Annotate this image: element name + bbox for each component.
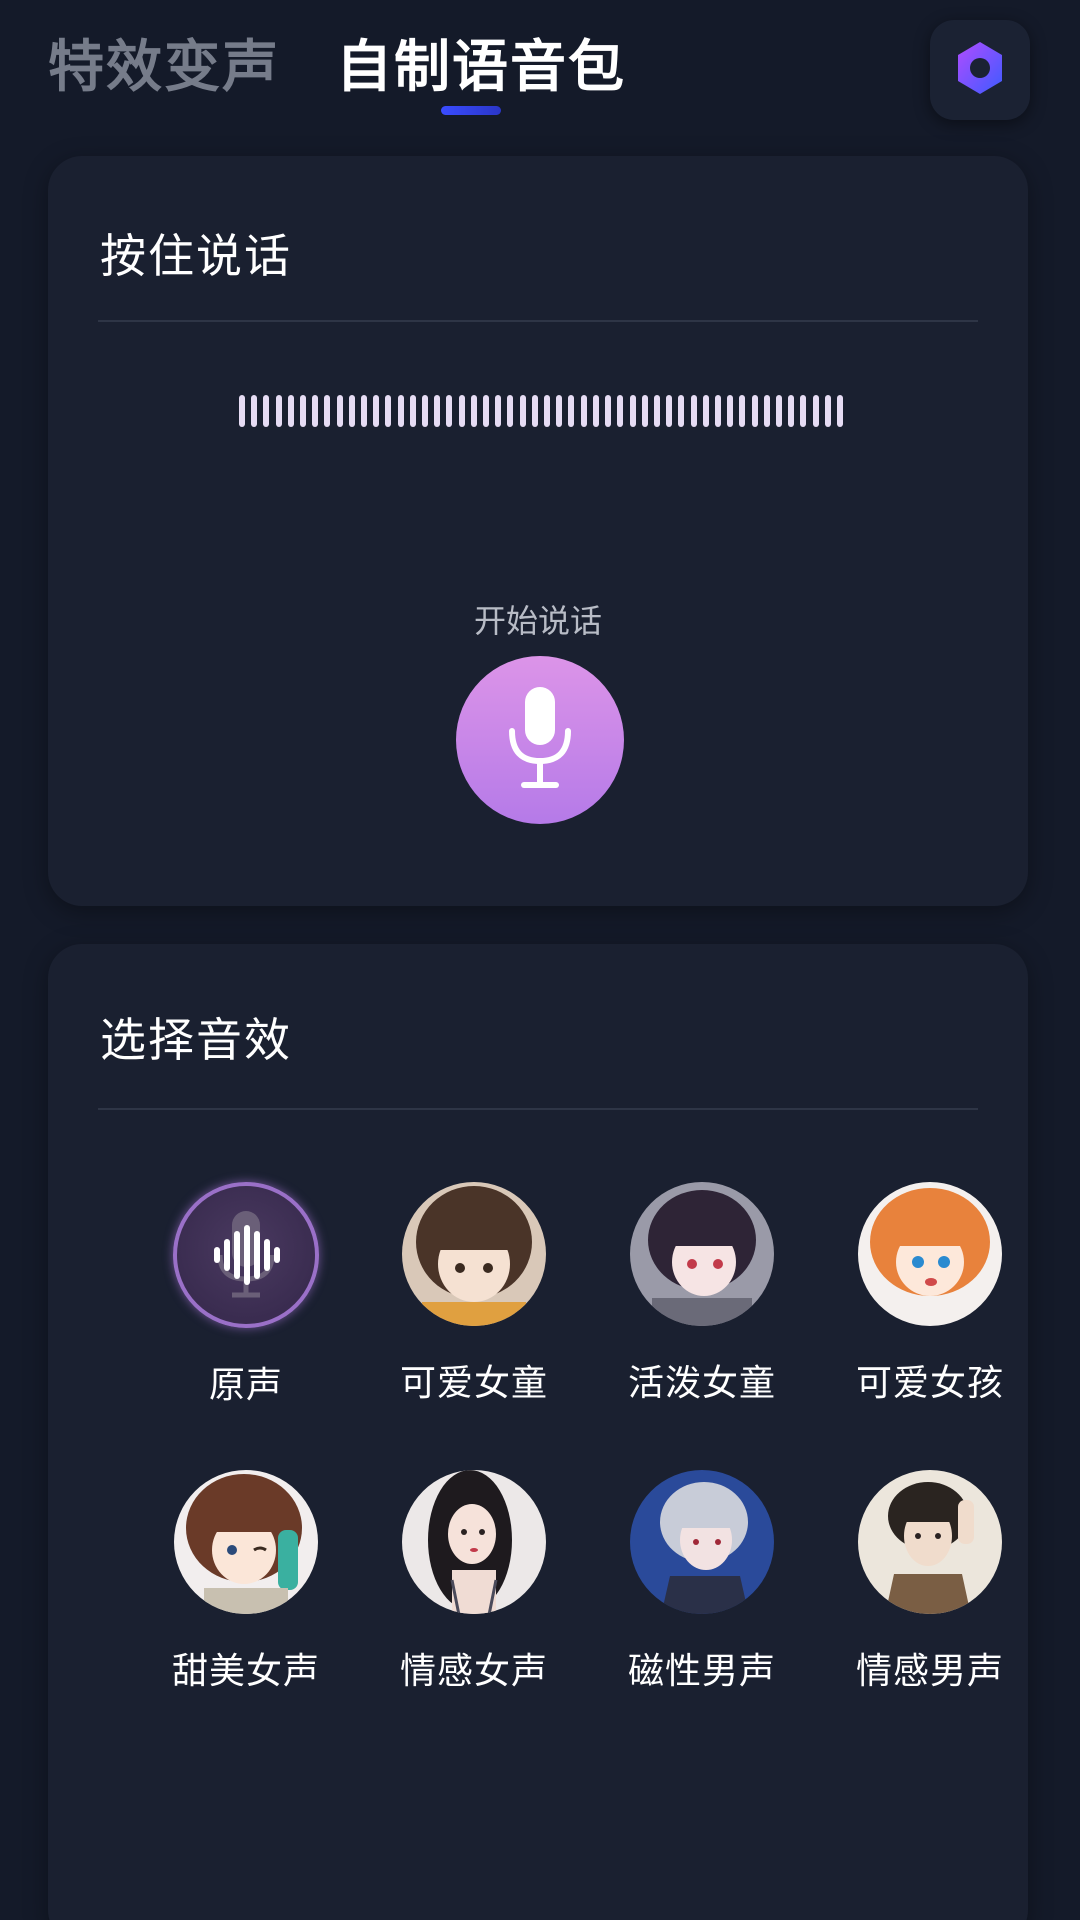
waveform-bar [312,395,319,427]
waveform-bar [580,395,587,427]
waveform-bar [714,395,721,427]
effect-label: 活泼女童 [627,1363,776,1404]
waveform-bar [519,395,526,427]
waveform-bar [275,395,282,427]
waveform-bar [434,395,441,427]
effects-card-divider [98,1108,978,1110]
waveform [239,394,843,428]
microphone-icon [500,683,580,797]
active-tab-indicator [441,106,501,115]
waveform-bar [483,395,490,427]
waveform-bar [544,395,551,427]
effect-lively-little-girl[interactable]: 活泼女童 [602,1182,802,1406]
waveform-bar [702,395,709,427]
waveform-bar [727,395,734,427]
effect-emotional-male[interactable]: 情感男声 [830,1470,1030,1694]
waveform-bar [239,395,245,427]
sweet-female-avatar [174,1470,318,1614]
waveform-bar [763,395,770,427]
waveform-bar [605,395,612,427]
hexagon-settings-icon [951,39,1009,101]
waveform-bar [690,395,697,427]
waveform-bar [592,395,599,427]
cute-little-girl-avatar [402,1182,546,1326]
waveform-bar [300,395,307,427]
effect-original[interactable]: 原声 [146,1182,346,1408]
waveform-bar [495,395,502,427]
waveform-bar [422,395,429,427]
waveform-bar [470,395,477,427]
waveform-bar [812,395,819,427]
waveform-bar [409,395,416,427]
effect-label: 可爱女童 [399,1363,548,1404]
effects-card: 选择音效 原声 可爱女童 活泼女童 可爱女孩 甜美女声 情感女声 磁性男声 情感… [48,944,1028,1920]
waveform-bar [629,395,636,427]
voice-changer-screen: 特效变声 自制语音包 按住说话 开始说话 选择音效 原声 可爱女童 活泼女童 可… [0,0,1080,1920]
waveform-bar [678,395,685,427]
waveform-bar [458,395,465,427]
waveform-bar [446,395,453,427]
waveform-bar [507,395,514,427]
settings-button[interactable] [930,20,1030,120]
sound-wave-icon [198,1205,294,1305]
waveform-bar [836,395,843,427]
waveform-bar [361,395,368,427]
waveform-bar [251,395,258,427]
effect-label: 情感女声 [399,1651,548,1692]
emotional-female-avatar [402,1470,546,1614]
waveform-bar [653,395,660,427]
waveform-bar [788,395,795,427]
waveform-bar [324,395,331,427]
effect-original-avatar [173,1182,319,1328]
waveform-bar [617,395,624,427]
waveform-bar [287,395,294,427]
waveform-bar [336,395,343,427]
record-card-divider [98,320,978,322]
effect-label: 原声 [208,1365,283,1406]
waveform-bar [263,395,270,427]
effects-card-title: 选择音效 [100,1013,292,1067]
waveform-bar [556,395,563,427]
tab-custom-voice-pack[interactable]: 自制语音包 [336,22,626,103]
waveform-bar [531,395,538,427]
record-card-title: 按住说话 [100,229,292,283]
effect-label: 情感男声 [855,1651,1004,1692]
tab-effects-voice[interactable]: 特效变声 [48,22,280,103]
waveform-bar [348,395,355,427]
waveform-bar [385,395,392,427]
waveform-bar [373,395,380,427]
magnetic-male-avatar [630,1470,774,1614]
record-card: 按住说话 开始说话 [48,156,1028,906]
waveform-bar [775,395,782,427]
waveform-bar [666,395,673,427]
effect-label: 磁性男声 [627,1651,776,1692]
waveform-bar [397,395,404,427]
effect-cute-little-girl[interactable]: 可爱女童 [374,1182,574,1406]
effect-label: 甜美女声 [171,1651,320,1692]
effect-label: 可爱女孩 [855,1363,1004,1404]
effect-emotional-female[interactable]: 情感女声 [374,1470,574,1694]
waveform-bar [751,395,758,427]
waveform-bar [824,395,831,427]
cute-girl-avatar [858,1182,1002,1326]
emotional-male-avatar [858,1470,1002,1614]
effect-cute-girl[interactable]: 可爱女孩 [830,1182,1030,1406]
lively-little-girl-avatar [630,1182,774,1326]
microphone-button[interactable] [456,656,624,824]
waveform-bar [641,395,648,427]
waveform-bar [568,395,575,427]
effect-magnetic-male[interactable]: 磁性男声 [602,1470,802,1694]
waveform-bar [739,395,746,427]
start-speaking-label: 开始说话 [473,602,602,640]
waveform-bar [800,395,807,427]
effect-sweet-female[interactable]: 甜美女声 [146,1470,346,1694]
